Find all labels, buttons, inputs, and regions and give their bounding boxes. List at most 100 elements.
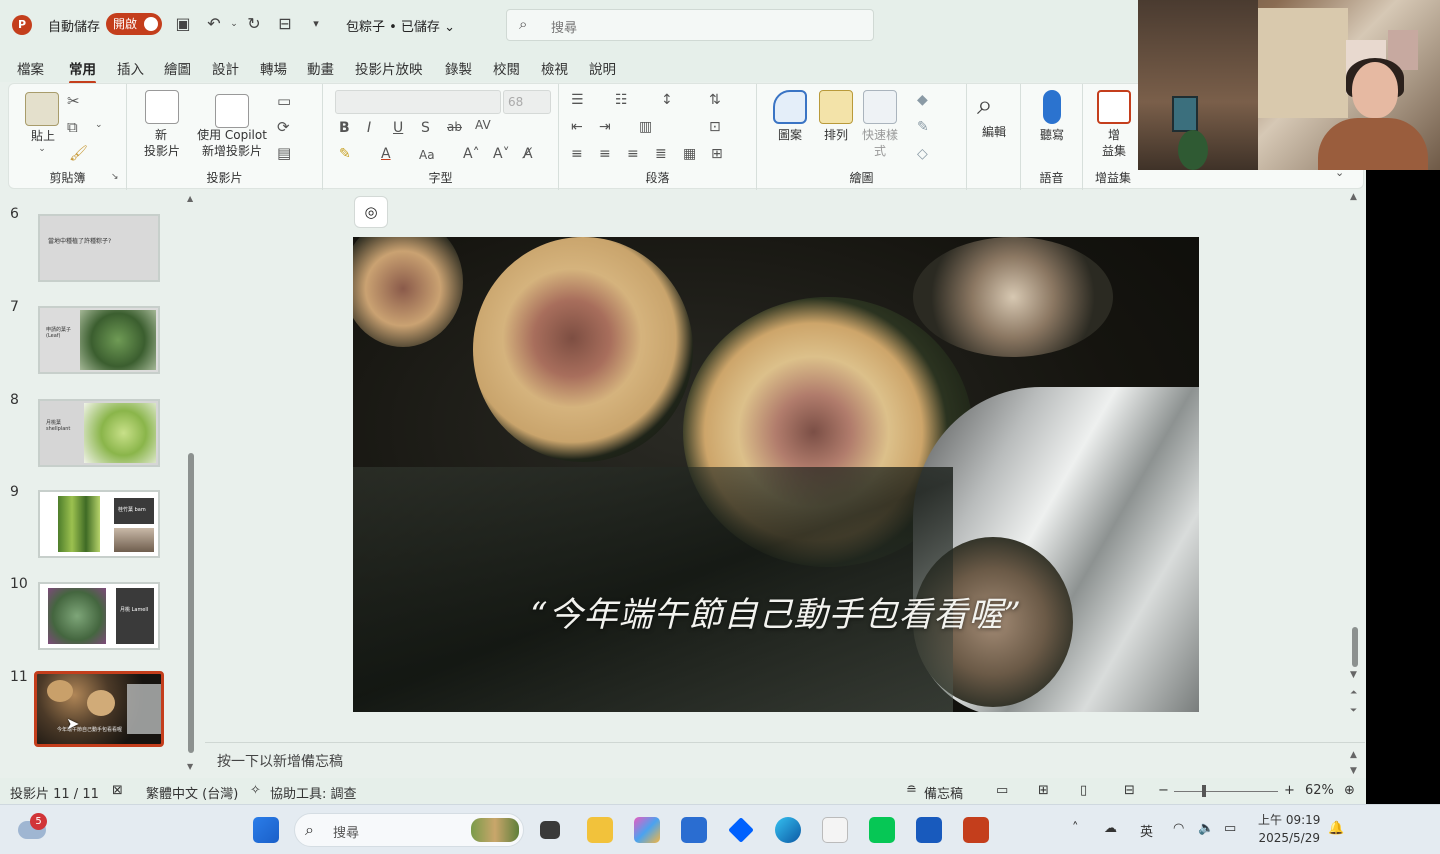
tab-view[interactable]: 檢視 <box>541 58 568 78</box>
tab-review[interactable]: 校閱 <box>493 58 520 78</box>
accessibility-icon[interactable]: ✧ <box>250 783 261 798</box>
slide-thumbnail-9[interactable]: 桂竹葉 bam <box>38 490 160 558</box>
format-painter-icon[interactable]: 🖌 <box>69 144 88 162</box>
amazon-icon[interactable] <box>822 817 848 843</box>
undo-dropdown-chevron-icon[interactable]: ⌄ <box>224 14 244 34</box>
onedrive-icon[interactable]: ☁ <box>1104 821 1117 836</box>
slide-thumbnail-6[interactable]: 當地中種植了許種粽子? <box>38 214 160 282</box>
slideshow-view-icon[interactable]: ⊟ <box>1124 783 1135 798</box>
customize-quick-access-icon[interactable]: ▾ <box>306 14 326 34</box>
slide-thumbnail-11[interactable]: 今年端午節自己動手包看看喔 <box>34 671 164 747</box>
scrollbar-thumb[interactable] <box>1352 627 1358 667</box>
scroll-up-icon[interactable]: ▲ <box>187 194 193 203</box>
spell-check-icon[interactable]: ⊠ <box>112 783 123 798</box>
taskbar-search-input[interactable]: ⌕ 搜尋 <box>294 813 524 847</box>
slide-thumbnail-10[interactable]: 月桃 Lamell <box>38 582 160 650</box>
strikethrough-icon[interactable]: ab <box>447 120 462 134</box>
cut-icon[interactable]: ✂ <box>67 92 80 110</box>
quick-styles-icon[interactable] <box>863 90 897 124</box>
underline-icon[interactable]: U <box>393 120 403 136</box>
quick-styles-label-1[interactable]: 快速樣 <box>857 127 903 143</box>
reset-icon[interactable]: ⟳ <box>277 118 290 136</box>
font-color-icon[interactable]: A <box>381 146 391 162</box>
volume-icon[interactable]: 🔈 <box>1198 821 1214 836</box>
copilot-icon[interactable]: ◎ <box>354 196 388 228</box>
highlight-icon[interactable]: ✎ <box>339 146 351 162</box>
zoom-slider[interactable] <box>1174 791 1278 792</box>
accessibility-status[interactable]: 協助工具: 調查 <box>270 783 357 802</box>
distributed-icon[interactable]: ▦ <box>683 146 696 162</box>
battery-icon[interactable]: ▭ <box>1224 821 1236 836</box>
zoom-level[interactable]: 62% <box>1305 783 1334 798</box>
search-input[interactable]: ⌕ 搜尋 <box>506 9 874 41</box>
font-size-select[interactable]: 68 <box>503 90 551 114</box>
clock[interactable]: 上午 09:19 2025/5/29 <box>1258 811 1320 847</box>
task-view-icon[interactable] <box>540 821 560 839</box>
paste-icon[interactable] <box>25 92 59 126</box>
document-title[interactable]: 包粽子 • 已儲存 ⌄ <box>346 16 455 35</box>
decrease-font-icon[interactable]: A˅ <box>493 146 510 162</box>
tab-transitions[interactable]: 轉場 <box>260 58 287 78</box>
new-slide-icon[interactable] <box>145 90 179 124</box>
copilot-new-slide-icon[interactable] <box>215 94 249 128</box>
character-spacing-icon[interactable]: AV <box>475 118 491 132</box>
quick-styles-label-2[interactable]: 式 <box>857 143 903 159</box>
find-icon[interactable]: ⌕ <box>977 88 993 122</box>
justify-icon[interactable]: ≣ <box>655 146 667 162</box>
dialog-launcher-icon[interactable]: ↘ <box>111 172 119 182</box>
italic-icon[interactable]: I <box>367 120 371 136</box>
bullets-icon[interactable]: ☰ <box>571 92 584 108</box>
scroll-down-icon[interactable]: ▼ <box>187 762 193 771</box>
copy-chevron-icon[interactable]: ⌄ <box>95 120 103 130</box>
notes-scroll-up-icon[interactable]: ▲ <box>1350 750 1357 760</box>
shape-fill-icon[interactable]: ◆ <box>917 92 928 108</box>
slide-thumbnail-8[interactable]: 月桃葉 shellplant <box>38 399 160 467</box>
copy-icon[interactable]: ⧉ <box>67 118 78 136</box>
section-icon[interactable]: ▤ <box>277 144 291 162</box>
addins-icon[interactable] <box>1097 90 1131 124</box>
wifi-icon[interactable]: ◠ <box>1173 821 1184 836</box>
new-slide-label-2[interactable]: 投影片 <box>133 143 191 159</box>
scroll-down-icon[interactable]: ▼ <box>1350 670 1357 680</box>
copilot-new-slide-label-1[interactable]: 使用 Copilot <box>193 127 271 143</box>
text-direction-icon[interactable]: ⇅ <box>709 92 721 108</box>
numbering-icon[interactable]: ☷ <box>615 92 628 108</box>
increase-indent-icon[interactable]: ⇥ <box>599 119 611 135</box>
increase-font-icon[interactable]: A˄ <box>463 146 480 162</box>
zoom-slider-thumb[interactable] <box>1202 785 1206 797</box>
clear-formatting-icon[interactable]: A̸ <box>523 146 533 162</box>
editor-scrollbar[interactable]: ▲ ▼ ⏶ ⏷ <box>1348 192 1362 732</box>
shape-outline-icon[interactable]: ✎ <box>917 119 929 135</box>
align-left-icon[interactable]: ≡ <box>571 146 583 162</box>
shadow-icon[interactable]: S <box>421 120 430 136</box>
scrollbar-thumb[interactable] <box>188 453 194 753</box>
normal-view-icon[interactable]: ▭ <box>996 783 1008 798</box>
copilot-new-slide-label-2[interactable]: 新增投影片 <box>193 143 271 159</box>
tab-animations[interactable]: 動畫 <box>307 58 334 78</box>
file-explorer-icon[interactable] <box>587 817 613 843</box>
paste-chevron-icon[interactable]: ⌄ <box>27 144 57 154</box>
start-windows-icon[interactable] <box>253 817 279 843</box>
autosave-toggle[interactable]: 開啟 <box>106 13 162 35</box>
language-indicator[interactable]: 繁體中文 (台灣) <box>146 783 238 802</box>
shapes-button[interactable]: 圖案 <box>767 127 813 143</box>
scroll-up-icon[interactable]: ▲ <box>1350 192 1357 202</box>
slide-thumbnail-7[interactable]: 申請的葉子 (Leaf) <box>38 306 160 374</box>
tab-draw[interactable]: 繪圖 <box>164 58 191 78</box>
zoom-out-icon[interactable]: − <box>1158 783 1169 798</box>
align-center-icon[interactable]: ≡ <box>599 146 611 162</box>
redo-icon[interactable]: ↻ <box>244 14 264 34</box>
dictate-button[interactable]: 聽寫 <box>1029 127 1075 143</box>
word-icon[interactable] <box>916 817 942 843</box>
tab-file[interactable]: 檔案 <box>17 58 44 78</box>
present-from-start-icon[interactable]: ⊟ <box>275 14 295 34</box>
tab-insert[interactable]: 插入 <box>117 58 144 78</box>
notes-button[interactable]: 備忘稿 <box>924 783 963 802</box>
slide-quote-text[interactable]: “今年端午節自己動手包看看喔” <box>353 587 1199 636</box>
ime-indicator[interactable]: 英 <box>1140 821 1153 840</box>
fit-to-window-icon[interactable]: ⊕ <box>1344 783 1355 798</box>
smartart-icon[interactable]: ⊞ <box>711 146 723 162</box>
decrease-indent-icon[interactable]: ⇤ <box>571 119 583 135</box>
change-case-icon[interactable]: Aa <box>419 148 435 162</box>
previous-slide-icon[interactable]: ⏶ <box>1350 688 1357 698</box>
